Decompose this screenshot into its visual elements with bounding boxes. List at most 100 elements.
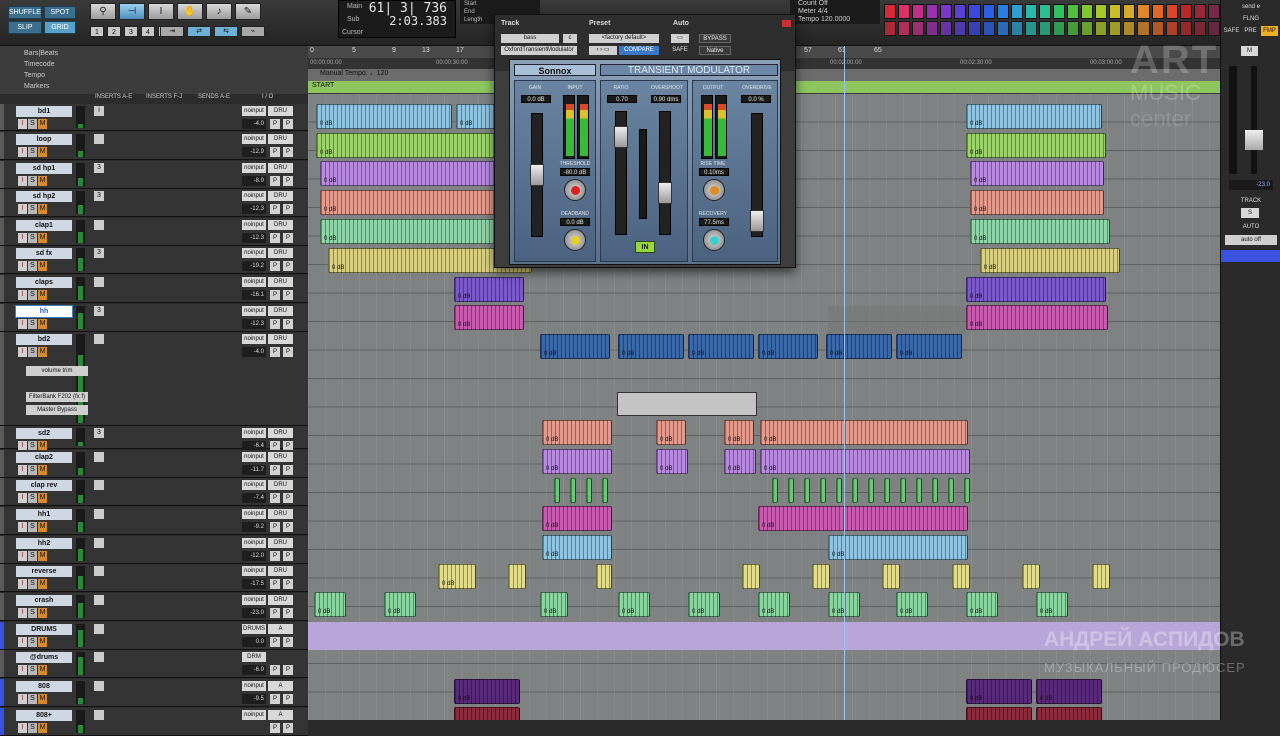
mute-button[interactable]: M — [38, 551, 47, 561]
track-header[interactable]: bd1 I S Mi noinput DRU -4.0 P P — [0, 104, 308, 131]
color-swatch[interactable] — [1123, 4, 1136, 19]
volume-value[interactable]: -12.3 — [242, 204, 266, 214]
solo-button[interactable]: S — [28, 176, 37, 186]
safe-button[interactable]: SAFE — [669, 46, 691, 55]
audio-clip[interactable] — [964, 478, 970, 503]
audio-clip[interactable] — [948, 478, 954, 503]
input-selector[interactable]: noinput — [242, 595, 266, 605]
volume-value[interactable]: -12.0 — [242, 551, 266, 561]
audio-clip[interactable]: 0 dB — [454, 679, 520, 704]
audio-clip[interactable]: 0 dB — [758, 334, 818, 359]
output-selector[interactable]: DRU — [268, 134, 293, 144]
overdrive-value[interactable]: 0.0 % — [741, 95, 771, 103]
zoom-icon[interactable]: ⚲ — [90, 3, 116, 20]
pan-left[interactable]: P — [270, 551, 280, 561]
color-swatch[interactable] — [1179, 4, 1192, 19]
audio-clip[interactable]: 0 dB — [454, 277, 524, 302]
select-icon[interactable]: I — [148, 3, 174, 20]
pan-left[interactable]: P — [270, 637, 280, 647]
color-swatch[interactable] — [1137, 21, 1150, 36]
automation-mode-select[interactable]: auto off — [1225, 235, 1277, 245]
color-swatch[interactable] — [1151, 4, 1164, 19]
gain-value[interactable]: 0.0 dB — [521, 95, 551, 103]
track-name[interactable]: clap rev — [16, 480, 72, 491]
track-name[interactable]: hh1 — [16, 509, 72, 520]
count-off-label[interactable]: Count Off — [790, 0, 880, 8]
pan-left[interactable]: P — [270, 147, 280, 157]
output-selector[interactable]: DRU — [268, 428, 293, 438]
color-swatch[interactable] — [1193, 4, 1206, 19]
audio-clip[interactable] — [508, 564, 526, 589]
track-header[interactable]: sd hp2 I S M 3 noinput DRU -12.3 P P — [0, 189, 308, 217]
mute-button[interactable]: M — [38, 261, 47, 271]
audio-clip[interactable]: 0 dB — [966, 133, 1106, 158]
record-button[interactable]: I — [18, 176, 27, 186]
mute-button[interactable]: M — [38, 290, 47, 300]
mute-button[interactable]: M — [38, 176, 47, 186]
color-swatch[interactable] — [1038, 21, 1051, 36]
color-swatch[interactable] — [996, 4, 1009, 19]
output-selector[interactable]: DRU — [268, 306, 293, 316]
color-swatch[interactable] — [1024, 4, 1037, 19]
output-selector[interactable]: DRU — [268, 277, 293, 287]
filterbank-label[interactable]: FilterBank F202 (fx f) — [26, 392, 88, 402]
solo-button[interactable]: S — [28, 723, 37, 733]
record-button[interactable]: I — [18, 204, 27, 214]
overshoot-fader[interactable] — [658, 111, 672, 235]
pan-right[interactable]: P — [283, 637, 293, 647]
pan-left[interactable]: P — [270, 522, 280, 532]
solo-button[interactable]: S — [28, 637, 37, 647]
mute-button[interactable]: M — [38, 579, 47, 589]
input-selector[interactable]: noinput — [242, 106, 266, 116]
audio-clip[interactable] — [900, 478, 906, 503]
color-swatch[interactable] — [940, 4, 953, 19]
solo-button[interactable]: S — [28, 261, 37, 271]
track-name[interactable]: loop — [16, 134, 72, 145]
audio-clip[interactable]: 0 dB — [314, 592, 346, 617]
ratio-value[interactable]: 0.70 — [607, 95, 637, 103]
audio-clip[interactable] — [1022, 564, 1040, 589]
input-selector[interactable]: DRUMS — [242, 624, 266, 634]
tab-to-transient-icon[interactable]: ⇥ — [160, 26, 184, 37]
track-header[interactable]: sd2 I S M 3 noinput DRU -6.4 P P — [0, 426, 308, 451]
color-swatch[interactable] — [912, 4, 925, 19]
audio-clip[interactable]: 0 dB — [656, 420, 686, 445]
pan-right[interactable]: P — [283, 579, 293, 589]
insert-slot[interactable]: 3 — [94, 428, 104, 438]
mute-button[interactable]: M — [38, 233, 47, 243]
preset-arrows[interactable]: ‹ › ▭ — [589, 46, 617, 55]
volume-value[interactable]: -16.1 — [242, 290, 266, 300]
insert-slot[interactable] — [94, 334, 104, 344]
track-header[interactable]: reverse I S Mnoinput DRU -17.5 P P — [0, 564, 308, 592]
insert-slot[interactable] — [94, 624, 104, 634]
pan-right[interactable]: P — [283, 147, 293, 157]
output-selector[interactable]: DRU — [268, 191, 293, 201]
color-swatch[interactable] — [1081, 4, 1094, 19]
color-swatch[interactable] — [1137, 4, 1150, 19]
send-fader-cap[interactable] — [1245, 130, 1263, 150]
record-button[interactable]: I — [18, 319, 27, 329]
input-selector[interactable]: noinput — [242, 566, 266, 576]
color-swatch[interactable] — [1038, 4, 1051, 19]
volume-value[interactable]: -9.5 — [242, 694, 266, 704]
color-swatch[interactable] — [940, 21, 953, 36]
track-letter[interactable]: c — [563, 34, 577, 43]
mute-button[interactable]: M — [38, 723, 47, 733]
audio-clip[interactable]: 0 dB — [320, 190, 496, 215]
volume-value[interactable]: -17.5 — [242, 579, 266, 589]
color-swatch[interactable] — [1165, 4, 1178, 19]
output-selector[interactable]: DRU — [268, 509, 293, 519]
audio-clip[interactable]: 0 dB — [542, 449, 612, 474]
volume-value[interactable]: -12.3 — [242, 319, 266, 329]
input-selector[interactable]: noinput — [242, 509, 266, 519]
volume-value[interactable]: -12.9 — [242, 147, 266, 157]
mute-button[interactable]: M — [38, 493, 47, 503]
audio-clip[interactable]: 0 dB — [542, 420, 612, 445]
mute-button[interactable]: M — [38, 694, 47, 704]
audio-clip[interactable]: 0 dB — [758, 592, 790, 617]
record-button[interactable]: I — [18, 637, 27, 647]
audio-clip[interactable] — [820, 478, 826, 503]
color-swatch[interactable] — [1052, 21, 1066, 36]
track-selector[interactable]: bass — [501, 34, 559, 43]
record-button[interactable]: I — [18, 290, 27, 300]
